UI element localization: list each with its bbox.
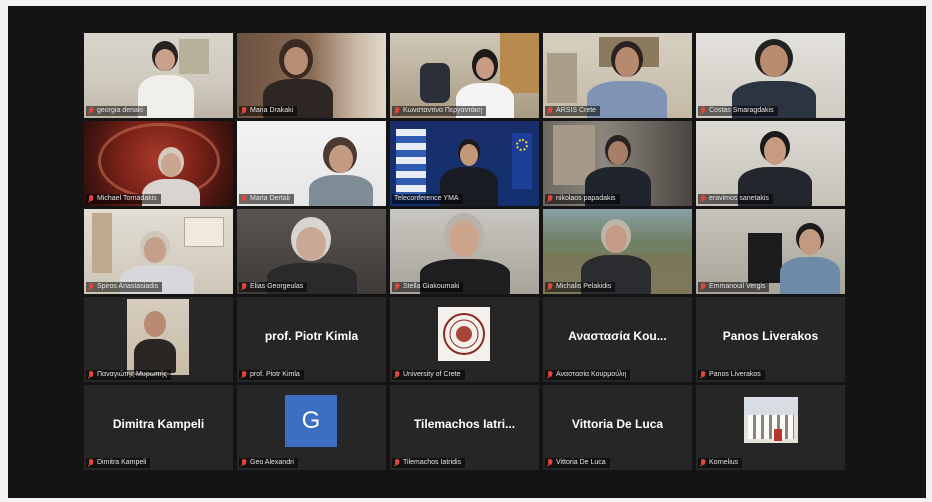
participant-name-tag: Kornelius: [698, 458, 743, 468]
participant-tile[interactable]: Stella Giakoumaki: [390, 209, 539, 294]
participant-name-tag: Maria Dertali: [239, 194, 294, 204]
mic-muted-icon: [394, 283, 400, 291]
participant-tile[interactable]: Panos Liverakos Panos Liverakos: [696, 297, 845, 382]
participant-name-tag: Κωνσταντίνα Περγαντάκη: [392, 106, 487, 116]
mic-muted-icon: [241, 195, 247, 203]
participant-tile[interactable]: Dimitra Kampeli Dimitra Kampeli: [84, 385, 233, 470]
participant-display-name: Dimitra Kampeli: [112, 417, 205, 431]
mic-muted-icon: [88, 107, 94, 115]
mic-muted-icon: [547, 459, 553, 467]
participant-tile[interactable]: Spiros Anastasiadis: [84, 209, 233, 294]
participant-name-tag: Michael Tornadakis: [86, 194, 161, 204]
participant-name-tag: Maria Drakaki: [239, 106, 298, 116]
participant-name-tag: Costas Smaragdakis: [698, 106, 778, 116]
participant-display-name: Vittoria De Luca: [571, 417, 664, 431]
mic-muted-icon: [88, 283, 94, 291]
participant-name-tag: Παναγιώτης Μυρωπής: [86, 370, 172, 380]
participant-tile[interactable]: ARSIS Crete: [543, 33, 692, 118]
mic-muted-icon: [547, 107, 553, 115]
mic-muted-icon: [700, 371, 706, 379]
participant-name-tag: Teleconference ΥΜΑ: [392, 194, 463, 204]
mic-muted-icon: [700, 195, 706, 203]
mic-muted-icon: [88, 459, 94, 467]
participant-name-tag: ARSIS Crete: [545, 106, 601, 116]
mic-muted-icon: [394, 371, 400, 379]
participant-name-tag: University of Crete: [392, 370, 465, 380]
avatar: G: [285, 395, 337, 447]
participant-display-name: Panos Liverakos: [722, 329, 819, 343]
mic-muted-icon: [700, 459, 706, 467]
mic-muted-icon: [700, 107, 706, 115]
participant-name-tag: Dimitra Kampeli: [86, 458, 151, 468]
participant-tile[interactable]: Αναστασία Kou... Αναστασία Κουρμούλη: [543, 297, 692, 382]
participant-name-tag: georgia deriaki: [86, 106, 147, 116]
participant-name-tag: Αναστασία Κουρμούλη: [545, 370, 631, 380]
mic-muted-icon: [394, 107, 400, 115]
participant-tile[interactable]: nikolaos papadakis: [543, 121, 692, 206]
participant-name-tag: Vittoria De Luca: [545, 458, 610, 468]
mic-muted-icon: [700, 283, 706, 291]
participant-tile[interactable]: Michalis Pelakidis: [543, 209, 692, 294]
participant-tile-active-speaker[interactable]: Teleconference ΥΜΑ: [390, 121, 539, 206]
building-photo: [744, 397, 798, 443]
participant-tile[interactable]: Kornelius: [696, 385, 845, 470]
mic-muted-icon: [547, 283, 553, 291]
participant-name-tag: Michalis Pelakidis: [545, 282, 616, 292]
participant-tile[interactable]: Maria Dertali: [237, 121, 386, 206]
participant-name-tag: Geo Alexandri: [239, 458, 298, 468]
participant-tile[interactable]: Vittoria De Luca Vittoria De Luca: [543, 385, 692, 470]
participant-name-tag: Spiros Anastasiadis: [86, 282, 163, 292]
participant-tile[interactable]: Michael Tornadakis: [84, 121, 233, 206]
participant-tile[interactable]: Costas Smaragdakis: [696, 33, 845, 118]
participant-tile[interactable]: Παναγιώτης Μυρωπής: [84, 297, 233, 382]
participant-tile[interactable]: Κωνσταντίνα Περγαντάκη: [390, 33, 539, 118]
university-seal-icon: [438, 307, 490, 361]
participant-name-tag: Elias Georgeulas: [239, 282, 308, 292]
participant-display-name: Tilemachos Iatri...: [413, 417, 516, 431]
participant-name-tag: eravimos sanetakis: [698, 194, 773, 204]
mic-muted-icon: [547, 371, 553, 379]
participant-name-tag: Panos Liverakos: [698, 370, 765, 380]
mic-muted-icon: [241, 371, 247, 379]
participant-grid: georgia deriaki Maria Drakaki Κωνσταντίν…: [84, 33, 845, 470]
participant-name-tag: nikolaos papadakis: [545, 194, 620, 204]
participant-tile[interactable]: Tilemachos Iatri... Tilemachos Iatridis: [390, 385, 539, 470]
participant-tile[interactable]: University of Crete: [390, 297, 539, 382]
mic-muted-icon: [88, 371, 94, 379]
participant-tile[interactable]: Emmanouil Vergis: [696, 209, 845, 294]
participant-display-name: Αναστασία Kou...: [568, 329, 667, 343]
participant-display-name: prof. Piotr Kimla: [264, 329, 359, 343]
participant-name-tag: prof. Piotr Kimla: [239, 370, 304, 380]
video-call-window: georgia deriaki Maria Drakaki Κωνσταντίν…: [8, 6, 926, 498]
mic-muted-icon: [88, 195, 94, 203]
participant-tile[interactable]: prof. Piotr Kimla prof. Piotr Kimla: [237, 297, 386, 382]
mic-muted-icon: [241, 283, 247, 291]
mic-muted-icon: [547, 195, 553, 203]
mic-muted-icon: [394, 459, 400, 467]
participant-name-tag: Emmanouil Vergis: [698, 282, 770, 292]
participant-tile[interactable]: Elias Georgeulas: [237, 209, 386, 294]
participant-tile[interactable]: G Geo Alexandri: [237, 385, 386, 470]
participant-tile[interactable]: Maria Drakaki: [237, 33, 386, 118]
participant-name-tag: Stella Giakoumaki: [392, 282, 464, 292]
participant-name-tag: Tilemachos Iatridis: [392, 458, 466, 468]
participant-tile[interactable]: georgia deriaki: [84, 33, 233, 118]
mic-muted-icon: [241, 107, 247, 115]
participant-tile[interactable]: eravimos sanetakis: [696, 121, 845, 206]
mic-muted-icon: [241, 459, 247, 467]
